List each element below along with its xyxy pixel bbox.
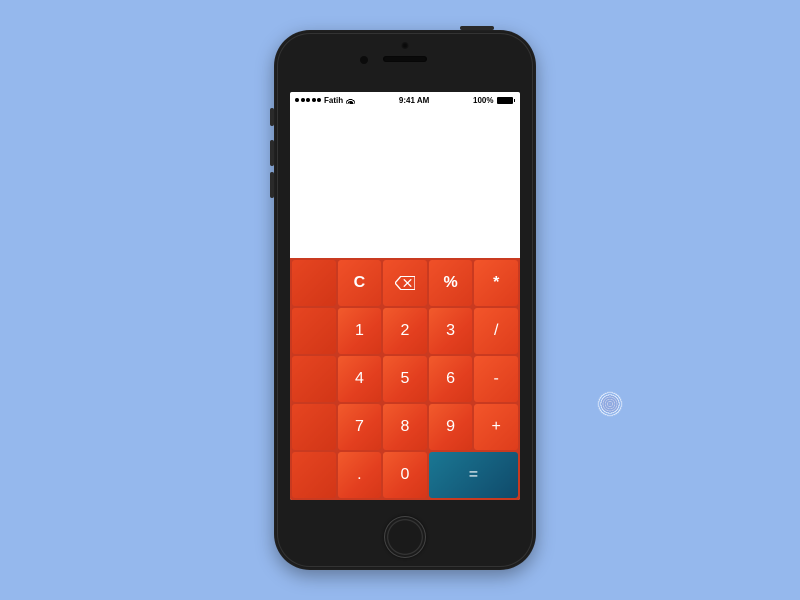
divide-button[interactable]: / [474, 308, 518, 354]
signal-strength-icon [295, 98, 321, 102]
home-button[interactable] [384, 516, 426, 558]
volume-down-button [270, 172, 274, 198]
wifi-icon [346, 97, 355, 104]
status-left: Fatih [295, 96, 355, 105]
power-button [460, 26, 494, 30]
carrier-label: Fatih [324, 96, 343, 105]
mute-switch [270, 108, 274, 126]
status-time: 9:41 AM [399, 96, 429, 105]
key-blank-5 [292, 452, 336, 498]
plus-button[interactable]: + [474, 404, 518, 450]
front-camera [402, 42, 409, 49]
key-blank-top [292, 260, 336, 306]
digit-8-button[interactable]: 8 [383, 404, 427, 450]
status-right: 100% [473, 96, 515, 105]
percent-button[interactable]: % [429, 260, 473, 306]
earpiece-speaker [383, 56, 427, 62]
battery-icon [497, 97, 516, 104]
digit-5-button[interactable]: 5 [383, 356, 427, 402]
backspace-button[interactable] [383, 260, 427, 306]
cursor-indicator [598, 392, 622, 416]
key-blank-2 [292, 308, 336, 354]
digit-3-button[interactable]: 3 [429, 308, 473, 354]
digit-2-button[interactable]: 2 [383, 308, 427, 354]
clear-button[interactable]: C [338, 260, 382, 306]
multiply-button[interactable]: * [474, 260, 518, 306]
key-blank-4 [292, 404, 336, 450]
digit-7-button[interactable]: 7 [338, 404, 382, 450]
key-blank-3 [292, 356, 336, 402]
backspace-icon [395, 276, 415, 290]
proximity-sensor [360, 56, 368, 64]
battery-percent: 100% [473, 96, 493, 105]
equals-button[interactable]: = [429, 452, 518, 498]
volume-up-button [270, 140, 274, 166]
digit-0-button[interactable]: 0 [383, 452, 427, 498]
digit-9-button[interactable]: 9 [429, 404, 473, 450]
calculator-keypad: C % * 1 2 3 / 4 5 6 - [290, 258, 520, 500]
digit-1-button[interactable]: 1 [338, 308, 382, 354]
digit-4-button[interactable]: 4 [338, 356, 382, 402]
digit-6-button[interactable]: 6 [429, 356, 473, 402]
decimal-button[interactable]: . [338, 452, 382, 498]
screen: Fatih 9:41 AM 100% C [290, 92, 520, 500]
calculator-display [290, 108, 520, 258]
status-bar: Fatih 9:41 AM 100% [290, 92, 520, 108]
minus-button[interactable]: - [474, 356, 518, 402]
phone-frame: Fatih 9:41 AM 100% C [274, 30, 536, 570]
